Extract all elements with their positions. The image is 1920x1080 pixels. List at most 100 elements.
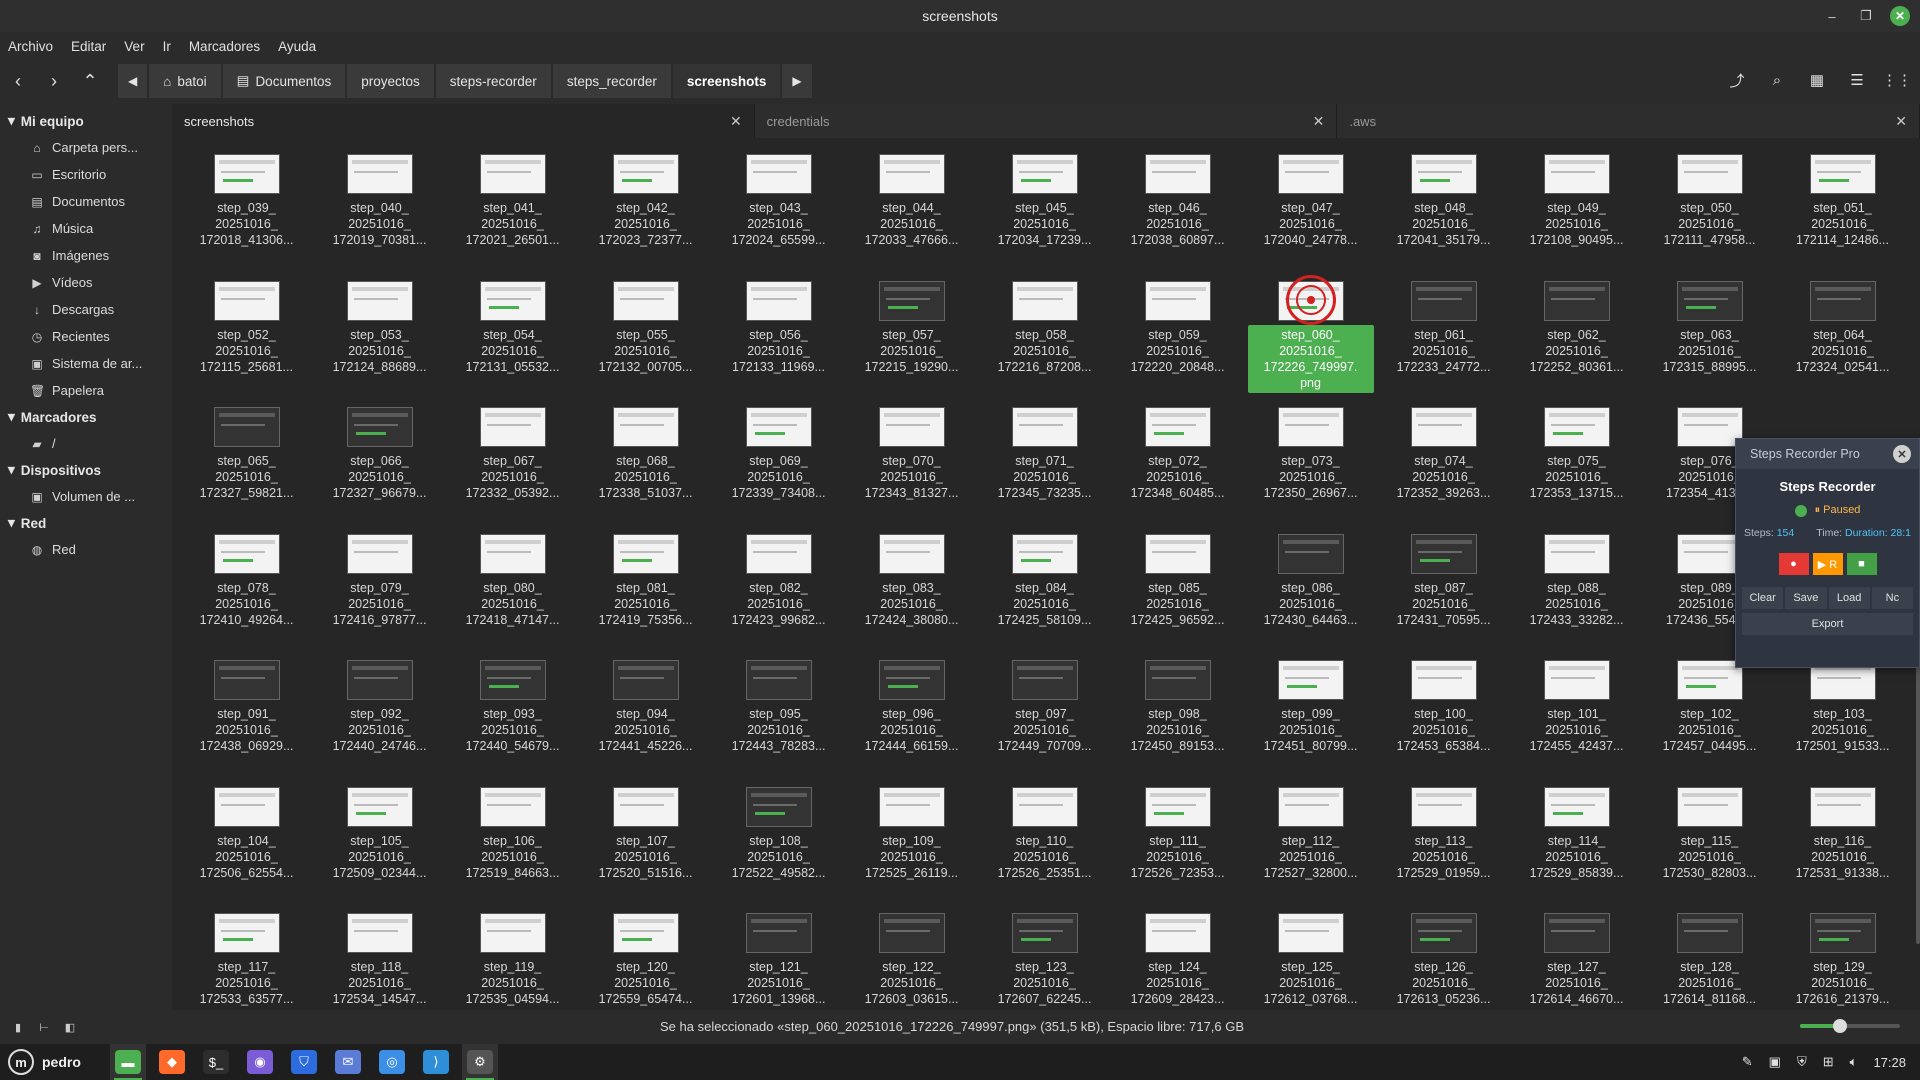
file-item[interactable]: step_053_ 20251016_ 172124_88689...: [313, 280, 446, 408]
file-item[interactable]: step_071_ 20251016_ 172345_73235...: [978, 407, 1111, 534]
breadcrumb-batoi[interactable]: ⌂ batoi: [149, 64, 223, 98]
file-item[interactable]: step_063_ 20251016_ 172315_88995...: [1643, 280, 1776, 408]
file-item[interactable]: step_102_ 20251016_ 172457_04495...: [1643, 660, 1776, 787]
taskbar-app[interactable]: ◉: [242, 1044, 278, 1080]
places-icon[interactable]: ▮: [8, 1018, 28, 1036]
tab-screenshots[interactable]: screenshots ✕: [172, 104, 755, 138]
file-item[interactable]: step_060_ 20251016_ 172226_749997. png: [1244, 274, 1377, 408]
sidebar-item[interactable]: ◙ Imágenes: [0, 242, 172, 269]
file-item[interactable]: step_091_ 20251016_ 172438_06929...: [180, 660, 313, 787]
taskbar-app[interactable]: ◎: [374, 1044, 410, 1080]
file-item[interactable]: step_101_ 20251016_ 172455_42437...: [1510, 660, 1643, 787]
file-item[interactable]: step_066_ 20251016_ 172327_96679...: [313, 407, 446, 534]
close-icon[interactable]: ✕: [1313, 113, 1325, 130]
breadcrumb-right-icon[interactable]: ▶: [782, 64, 814, 98]
file-item[interactable]: step_059_ 20251016_ 172220_20848...: [1111, 280, 1244, 408]
file-item[interactable]: step_083_ 20251016_ 172424_38080...: [845, 533, 978, 661]
breadcrumb-steps_recorder[interactable]: steps_recorder: [552, 64, 673, 98]
clear-button[interactable]: Clear: [1742, 587, 1784, 609]
file-item[interactable]: step_069_ 20251016_ 172339_73408...: [712, 407, 845, 534]
file-item[interactable]: step_098_ 20251016_ 172450_89153...: [1111, 660, 1244, 787]
tree-icon[interactable]: ⊢: [34, 1018, 54, 1036]
file-item[interactable]: step_062_ 20251016_ 172252_80361...: [1510, 280, 1643, 408]
file-item[interactable]: step_111_ 20251016_ 172526_72353...: [1111, 786, 1244, 914]
menu-editar[interactable]: Editar: [71, 39, 106, 54]
file-item[interactable]: step_072_ 20251016_ 172348_60485...: [1111, 407, 1244, 534]
file-item[interactable]: step_044_ 20251016_ 172033_47666...: [845, 154, 978, 281]
zoom-knob[interactable]: [1833, 1019, 1847, 1033]
sidebar-item[interactable]: ◍ Red: [0, 536, 172, 563]
sidebar-item[interactable]: ◷ Recientes: [0, 323, 172, 350]
sidebar-item[interactable]: ▤ Documentos: [0, 188, 172, 215]
taskbar-app[interactable]: ⛉: [286, 1044, 322, 1080]
hide-sidebar-icon[interactable]: ◧: [60, 1018, 80, 1036]
taskbar-app[interactable]: ◆: [154, 1044, 190, 1080]
file-item[interactable]: step_103_ 20251016_ 172501_91533...: [1776, 660, 1909, 787]
sidebar-section-header[interactable]: ▾ Dispositivos: [0, 457, 172, 483]
file-item[interactable]: step_065_ 20251016_ 172327_59821...: [180, 407, 313, 534]
file-item[interactable]: step_046_ 20251016_ 172038_60897...: [1111, 154, 1244, 281]
menu-ver[interactable]: Ver: [124, 39, 144, 54]
sidebar-section-header[interactable]: ▾ Mi equipo: [0, 108, 172, 134]
pen-icon[interactable]: ✎: [1742, 1054, 1753, 1070]
tab-credentials[interactable]: credentials ✕: [755, 104, 1338, 138]
file-item[interactable]: step_086_ 20251016_ 172430_64463...: [1244, 533, 1377, 661]
export-button[interactable]: Export: [1742, 613, 1913, 635]
file-item[interactable]: step_054_ 20251016_ 172131_05532...: [446, 280, 579, 408]
file-item[interactable]: step_088_ 20251016_ 172433_33282...: [1510, 533, 1643, 661]
file-item[interactable]: step_094_ 20251016_ 172441_45226...: [579, 660, 712, 787]
file-item[interactable]: step_107_ 20251016_ 172520_51516...: [579, 786, 712, 914]
sidebar-item[interactable]: ▭ Escritorio: [0, 161, 172, 188]
file-item[interactable]: step_078_ 20251016_ 172410_49264...: [180, 533, 313, 661]
sidebar-item[interactable]: ▰ /: [0, 430, 172, 457]
file-item[interactable]: step_079_ 20251016_ 172416_97877...: [313, 533, 446, 661]
menu-ir[interactable]: Ir: [163, 39, 171, 54]
file-item[interactable]: step_055_ 20251016_ 172132_00705...: [579, 280, 712, 408]
breadcrumb-left-icon[interactable]: ◀: [118, 64, 150, 98]
file-item[interactable]: step_070_ 20251016_ 172343_81327...: [845, 407, 978, 534]
file-item[interactable]: step_100_ 20251016_ 172453_65384...: [1377, 660, 1510, 787]
clipboard-icon[interactable]: ▣: [1769, 1054, 1781, 1070]
file-item[interactable]: step_106_ 20251016_ 172519_84663...: [446, 786, 579, 914]
close-icon[interactable]: ✕: [1890, 6, 1910, 26]
file-item[interactable]: step_114_ 20251016_ 172529_85839...: [1510, 786, 1643, 914]
chevron-down-icon[interactable]: ▾: [8, 515, 15, 531]
chevron-down-icon[interactable]: ▾: [8, 113, 15, 129]
compact-view-icon[interactable]: ⋮⋮: [1882, 64, 1912, 96]
breadcrumb-screenshots[interactable]: screenshots: [672, 64, 783, 98]
file-item[interactable]: step_081_ 20251016_ 172419_75356...: [579, 533, 712, 661]
file-item[interactable]: step_051_ 20251016_ 172114_12486...: [1776, 154, 1909, 281]
sidebar-item[interactable]: 🗑︎ Papelera: [0, 377, 172, 404]
menu-marcadores[interactable]: Marcadores: [189, 39, 260, 54]
file-item[interactable]: step_049_ 20251016_ 172108_90495...: [1510, 154, 1643, 281]
menu-ayuda[interactable]: Ayuda: [278, 39, 316, 54]
file-item[interactable]: step_105_ 20251016_ 172509_02344...: [313, 786, 446, 914]
file-item[interactable]: step_082_ 20251016_ 172423_99682...: [712, 533, 845, 661]
file-item[interactable]: step_043_ 20251016_ 172024_65599...: [712, 154, 845, 281]
file-item[interactable]: step_075_ 20251016_ 172353_13715...: [1510, 407, 1643, 534]
save-button[interactable]: Save: [1785, 587, 1827, 609]
file-item[interactable]: step_061_ 20251016_ 172233_24772...: [1377, 280, 1510, 408]
file-item[interactable]: step_113_ 20251016_ 172529_01959...: [1377, 786, 1510, 914]
file-item[interactable]: step_085_ 20251016_ 172425_96592...: [1111, 533, 1244, 661]
taskbar-app[interactable]: ⟩: [418, 1044, 454, 1080]
file-item[interactable]: step_093_ 20251016_ 172440_54679...: [446, 660, 579, 787]
resume-button[interactable]: ▶ R: [1812, 553, 1843, 575]
sidebar-item[interactable]: ▶ Vídeos: [0, 269, 172, 296]
taskbar-app[interactable]: $_: [198, 1044, 234, 1080]
sidebar-item[interactable]: ⌂ Carpeta pers...: [0, 134, 172, 161]
network-icon[interactable]: ⊞: [1823, 1054, 1834, 1070]
file-item[interactable]: step_112_ 20251016_ 172527_32800...: [1244, 786, 1377, 914]
file-item[interactable]: step_068_ 20251016_ 172338_51037...: [579, 407, 712, 534]
notes-button[interactable]: Nc: [1871, 587, 1913, 609]
sidebar-item[interactable]: ▣ Volumen de ...: [0, 483, 172, 510]
volume-icon[interactable]: 🔈︎: [1850, 1054, 1858, 1070]
file-item[interactable]: step_109_ 20251016_ 172525_26119...: [845, 786, 978, 914]
recorder-titlebar[interactable]: Steps Recorder Pro ✕: [1736, 439, 1919, 469]
file-item[interactable]: step_073_ 20251016_ 172350_26967...: [1244, 407, 1377, 534]
file-item[interactable]: step_040_ 20251016_ 172019_70381...: [313, 154, 446, 281]
file-item[interactable]: step_067_ 20251016_ 172332_05392...: [446, 407, 579, 534]
grid-view-icon[interactable]: ▦: [1802, 64, 1832, 96]
shield-icon[interactable]: ⛨: [1797, 1054, 1807, 1070]
file-item[interactable]: step_097_ 20251016_ 172449_70709...: [978, 660, 1111, 787]
